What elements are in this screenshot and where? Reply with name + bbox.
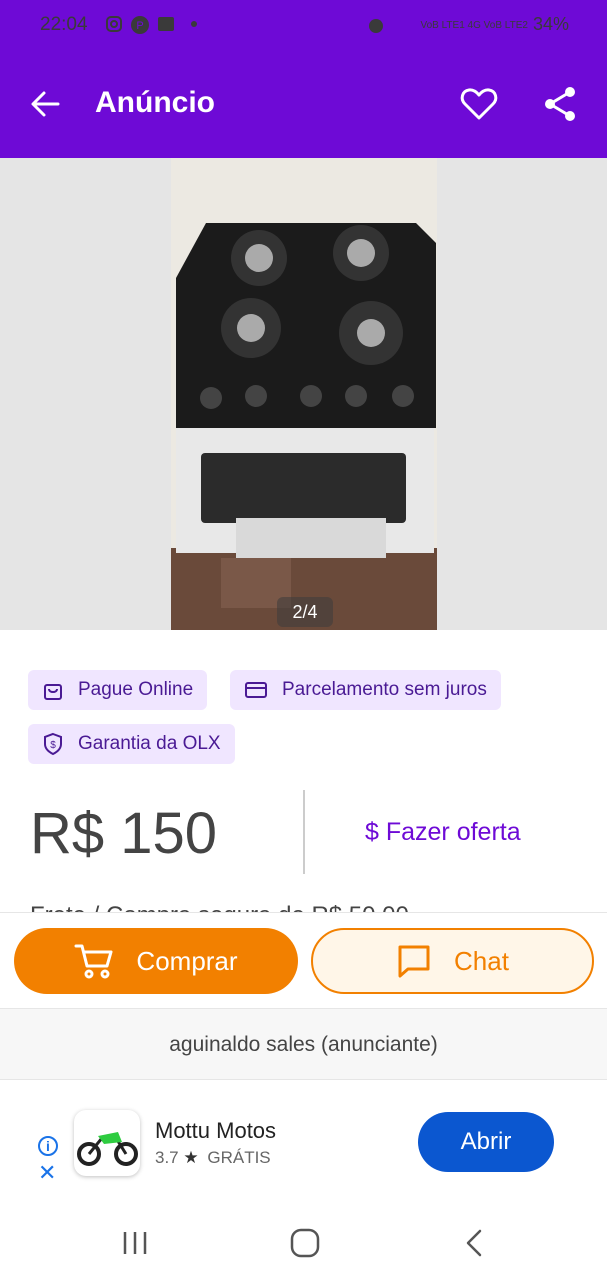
gallery-icon <box>158 17 174 31</box>
chat-bubble-icon <box>398 945 430 978</box>
ad-info-icon[interactable]: i <box>38 1136 58 1156</box>
chat-button[interactable]: Chat <box>311 928 594 994</box>
ad-app-logo <box>74 1110 140 1176</box>
app-notification-icon: P <box>131 16 149 34</box>
buy-label: Comprar <box>136 945 238 976</box>
dot-icon <box>191 21 197 27</box>
seller-name: aguinaldo sales (anunciante) <box>169 1033 438 1056</box>
ad-subtitle: 3.7 ★ GRÁTIS <box>155 1148 271 1168</box>
badge-pague-online: Pague Online <box>28 670 208 710</box>
system-nav-bar <box>0 1201 607 1280</box>
svg-text:$: $ <box>50 740 56 751</box>
arrow-left-icon[interactable] <box>28 86 66 122</box>
back-nav-icon[interactable] <box>462 1228 486 1258</box>
make-offer-link[interactable]: $ Fazer oferta <box>365 818 521 847</box>
battery-level: 34% <box>532 14 569 34</box>
chat-label: Chat <box>454 945 509 976</box>
price-value: R$ 150 <box>30 801 218 866</box>
recent-apps-icon[interactable] <box>120 1230 150 1256</box>
status-indicators: VoB LTE1 4G VoB LTE2 34% <box>420 14 569 35</box>
shipping-text: Frete / Compra segura de R$ 50,00 <box>30 902 409 913</box>
card-icon <box>245 682 267 698</box>
badge-label: Garantia da OLX <box>78 733 221 754</box>
close-icon[interactable]: ✕ <box>38 1160 56 1186</box>
home-icon[interactable] <box>289 1228 321 1258</box>
badge-label: Parcelamento sem juros <box>282 679 487 700</box>
heart-icon[interactable] <box>458 84 500 124</box>
page-title: Anúncio <box>95 86 215 119</box>
instagram-icon <box>106 16 122 32</box>
status-bar: 22:04 P VoB LTE1 4G VoB LTE2 34% <box>0 0 607 50</box>
ad-price-label: GRÁTIS <box>207 1148 271 1167</box>
signal-text: VoB LTE1 4G VoB LTE2 <box>420 20 528 31</box>
ad-rating: 3.7 <box>155 1148 179 1167</box>
badge-label: Pague Online <box>78 679 194 700</box>
status-time: 22:04 <box>40 14 88 35</box>
alarm-icon <box>369 19 383 33</box>
shipping-info: Frete / Compra segura de R$ 50,00 <box>30 900 590 913</box>
shield-icon: $ <box>44 732 62 756</box>
image-counter: 2/4 <box>277 597 333 627</box>
price-divider <box>303 790 305 874</box>
star-icon: ★ <box>183 1148 199 1167</box>
share-icon[interactable] <box>540 84 580 124</box>
seller-info[interactable]: aguinaldo sales (anunciante) <box>0 1008 607 1080</box>
badge-garantia: $ Garantia da OLX <box>28 724 235 764</box>
buy-button[interactable]: Comprar <box>14 928 298 994</box>
ad-title: Mottu Motos <box>155 1118 277 1143</box>
ad-open-button[interactable]: Abrir <box>418 1112 554 1172</box>
bag-icon <box>44 684 62 700</box>
motorcycle-icon <box>77 1132 138 1166</box>
badge-parcelamento: Parcelamento sem juros <box>230 670 501 710</box>
cart-icon <box>74 944 113 979</box>
svg-text:P: P <box>136 20 143 32</box>
stove-image <box>171 158 437 630</box>
product-photo[interactable] <box>171 158 437 630</box>
image-gallery[interactable] <box>0 158 607 630</box>
